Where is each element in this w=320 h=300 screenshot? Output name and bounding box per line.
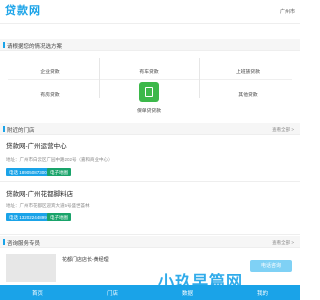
store-name[interactable]: 贷款网-广州运营中心 xyxy=(6,140,67,150)
loan-item-house[interactable]: 有房贷款 xyxy=(20,91,80,98)
advisor-name: 花都门店店长-黄经理 xyxy=(62,257,109,263)
store-map-button[interactable]: 电子地图 xyxy=(47,213,71,221)
section-marker xyxy=(3,42,5,48)
nav-data[interactable]: 数据 xyxy=(150,289,225,297)
nav-stores[interactable]: 门店 xyxy=(75,289,150,297)
store-phone-button[interactable]: 电话 18905087300 xyxy=(6,168,50,176)
advisor-section-title: 咨询服务专员 xyxy=(7,241,41,247)
stores-section-header: 附近的门店 查看全部 > xyxy=(0,123,300,135)
loan-item-other[interactable]: 其他贷款 xyxy=(218,91,278,98)
loan-item-salary[interactable]: 上班族贷款 xyxy=(218,68,278,75)
top-bar: 贷款网 广州市 xyxy=(0,0,300,24)
store-address: 地址：广州市白云区广园中路202号（嘉和商业中心） xyxy=(6,157,113,162)
advisor-section-header: 咨询服务专员 查看全部 > xyxy=(0,236,300,248)
bottom-nav: 首页 门店 数据 我的 xyxy=(0,285,300,300)
advisor-avatar xyxy=(6,254,56,282)
loan-item-business[interactable]: 企业贷款 xyxy=(20,68,80,75)
store-phone-button[interactable]: 电话 13202244899 xyxy=(6,213,50,221)
grid-divider xyxy=(199,58,200,98)
store-map-button[interactable]: 电子地图 xyxy=(47,168,71,176)
loan-section-title: 请根据您的情况选方案 xyxy=(7,44,63,50)
loan-section-header: 请根据您的情况选方案 xyxy=(0,39,300,51)
consult-button[interactable]: 电话咨询 xyxy=(250,260,292,272)
store-name[interactable]: 贷款网-广州花都脚料店 xyxy=(6,188,73,198)
city-selector[interactable]: 广州市 xyxy=(280,8,295,15)
section-marker xyxy=(3,239,5,245)
nav-home[interactable]: 首页 xyxy=(0,289,75,297)
policy-loan-icon[interactable] xyxy=(139,82,159,102)
section-marker xyxy=(3,126,5,132)
store-address: 地址：广州市花都区迎宾大道5号盛世荟林 xyxy=(6,203,90,208)
site-logo[interactable]: 贷款网 xyxy=(5,2,41,18)
nav-mine[interactable]: 我的 xyxy=(225,289,300,297)
grid-divider xyxy=(8,79,292,80)
grid-divider xyxy=(99,58,100,98)
loan-item-policy[interactable]: 保单贷贷款 xyxy=(134,107,164,114)
loan-item-car[interactable]: 有车贷款 xyxy=(119,68,179,75)
stores-more-link[interactable]: 查看全部 > xyxy=(272,127,294,133)
stores-section-title: 附近的门店 xyxy=(7,128,35,134)
advisor-more-link[interactable]: 查看全部 > xyxy=(272,240,294,246)
